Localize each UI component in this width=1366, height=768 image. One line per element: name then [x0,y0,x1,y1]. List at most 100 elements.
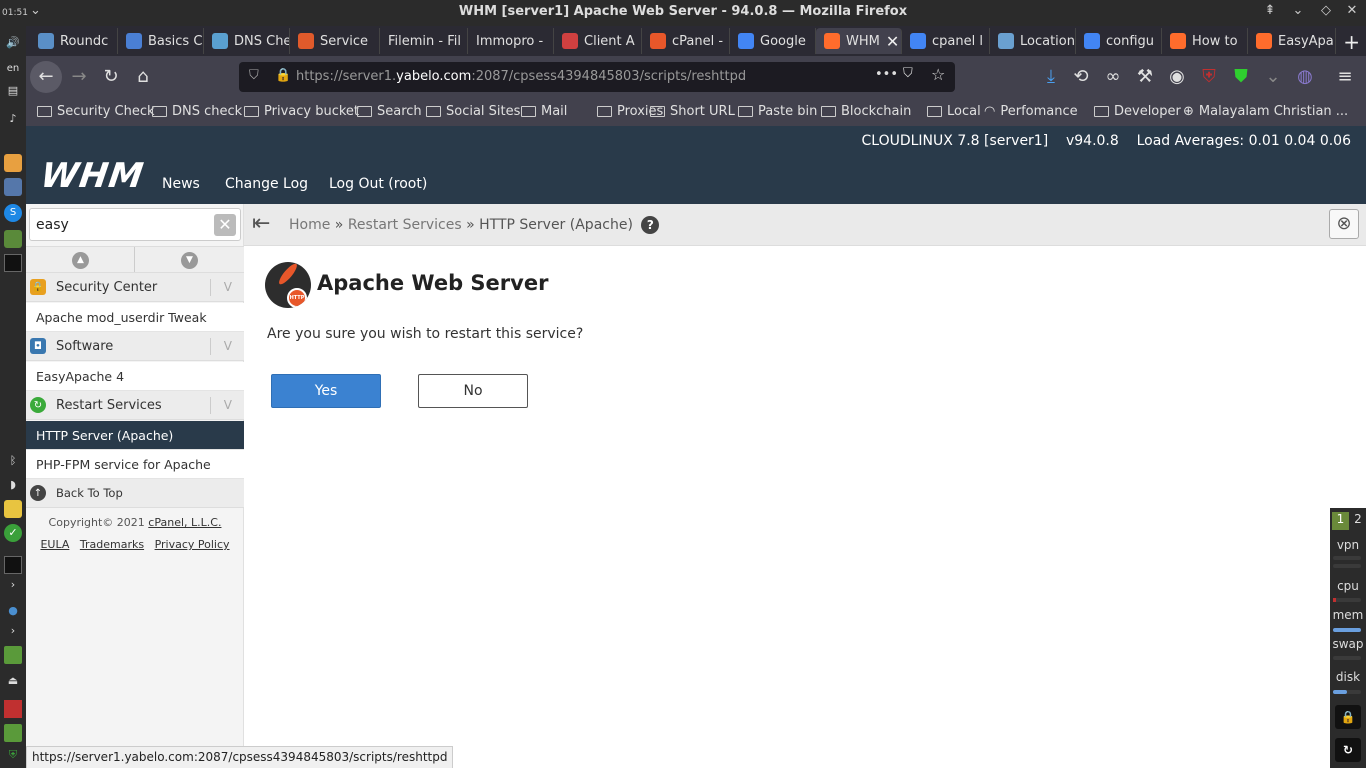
category-security-center[interactable]: 🔒 Security Center V [26,273,244,302]
chevron-down-icon[interactable]: V [224,339,232,353]
sidebar-item-http-server[interactable]: HTTP Server (Apache) [26,421,244,450]
tab-2[interactable]: Basics C [118,28,204,54]
close-tab-icon[interactable]: ✕ [886,32,899,51]
close-window-icon[interactable]: ✕ [1344,3,1360,18]
whm-logo[interactable]: WHM [38,156,146,196]
notification-bell-icon[interactable]: ♪ [4,110,22,128]
bookmark-9[interactable]: Paste bin [738,104,817,119]
bookmark-star-icon[interactable]: ☆ [931,65,945,84]
back-button[interactable]: ← [30,61,62,93]
bookmark-14[interactable]: ⊕ Malayalam Christian ... [1183,104,1348,119]
sidebar-item-php-fpm[interactable]: PHP-FPM service for Apache [26,450,244,479]
history-icon[interactable]: ⟲ [1066,63,1096,91]
files-icon-2[interactable] [4,724,22,742]
help-icon[interactable]: ? [641,216,660,234]
tracking-shield-icon[interactable]: ⛉ [249,68,259,83]
volume-icon[interactable]: 🔊 [4,34,22,52]
bookmark-12[interactable]: ◠ Perfomance [984,104,1078,119]
shield-icon[interactable]: ⛨ [4,746,22,764]
support-lifebuoy-icon[interactable]: ⊗ [1329,209,1359,239]
sidebar-item-easyapache[interactable]: EasyApache 4 [26,362,244,391]
check-icon[interactable]: ✓ [4,524,22,542]
bookmark-5[interactable]: Social Sites [426,104,520,119]
extension-globe-icon[interactable]: ◍ [1290,63,1320,91]
extension-chevron-icon[interactable]: ⌄ [1258,63,1288,91]
reload-button[interactable]: ↻ [96,63,126,91]
category-restart-services[interactable]: ↻ Restart Services V [26,391,244,420]
tab-5[interactable]: Filemin - Fil [380,28,468,54]
private-mask-icon[interactable]: ∞ [1098,63,1128,91]
breadcrumb-restart-services[interactable]: Restart Services [348,217,462,233]
keyboard-layout-indicator[interactable]: en [4,60,22,78]
bookmark-8[interactable]: Short URL [650,104,735,119]
tab-3[interactable]: DNS Che [204,28,290,54]
logout-link[interactable]: Log Out (root) [329,176,427,192]
wrench-icon[interactable]: ⚒ [1130,63,1160,91]
forward-button[interactable]: → [64,63,94,91]
tab-4[interactable]: Service [290,28,380,54]
clipboard-icon[interactable]: ▤ [4,82,22,100]
usb-icon[interactable]: ⏏ [4,672,22,690]
workspace-1[interactable]: 1 [1332,512,1349,530]
pin-icon[interactable]: ⇞ [1262,3,1278,18]
tab-15[interactable]: EasyApa [1248,28,1336,54]
extension-w-icon[interactable]: ⛊ [1226,63,1256,91]
pocket-icon[interactable]: ⛉ [903,66,913,81]
home-button[interactable]: ⌂ [128,63,158,91]
chevron-down-icon[interactable]: V [224,280,232,294]
tab-1[interactable]: Roundc [30,28,118,54]
hamburger-menu-icon[interactable]: ≡ [1330,63,1360,91]
scroll-down-icon[interactable]: ▼ [181,252,198,269]
chevron-right-icon-2[interactable]: › [4,622,22,640]
wifi-icon[interactable]: ◗ [4,476,22,494]
yes-button[interactable]: Yes [271,374,381,408]
cpanel-link[interactable]: cPanel, L.L.C. [148,516,221,529]
tab-6[interactable]: Immopro - [468,28,554,54]
bookmark-2[interactable]: DNS check [152,104,242,119]
bookmark-6[interactable]: Mail [521,104,567,119]
scroll-up-icon[interactable]: ▲ [72,252,89,269]
new-tab-button[interactable]: + [1343,30,1360,54]
tab-8[interactable]: cPanel - [642,28,730,54]
breadcrumb-home[interactable]: Home [289,217,330,233]
files-icon[interactable] [4,646,22,664]
bookmark-1[interactable]: Security Check [37,104,155,119]
lock-icon[interactable]: 🔒 [275,68,291,83]
trademarks-link[interactable]: Trademarks [80,538,144,551]
minimize-icon[interactable]: ⌄ [1290,3,1306,18]
notes-icon[interactable] [4,500,22,518]
eula-link[interactable]: EULA [40,538,69,551]
extension-circle-icon[interactable]: ◉ [1162,63,1192,91]
category-software[interactable]: ◘ Software V [26,332,244,361]
ublock-icon[interactable]: ⛨ [1194,63,1224,91]
lock-screen-icon[interactable]: 🔒 [1335,705,1361,729]
toggle-sidebar-icon[interactable]: ⇤ [252,211,270,236]
search-input[interactable] [30,209,205,241]
downloads-icon[interactable]: ⤓ [1036,63,1066,91]
news-link[interactable]: News [162,176,200,192]
change-log-link[interactable]: Change Log [225,176,308,192]
page-actions-icon[interactable]: ••• [875,67,898,82]
firefox-launcher-icon[interactable] [4,154,22,172]
tab-12[interactable]: Location [990,28,1076,54]
back-to-top-link[interactable]: ↑ Back To Top [26,479,244,508]
bookmark-11[interactable]: Local [927,104,981,119]
tab-14[interactable]: How to [1162,28,1248,54]
bookmark-3[interactable]: Privacy bucket [244,104,359,119]
maximize-icon[interactable]: ◇ [1318,3,1334,18]
chevron-right-icon[interactable]: › [4,576,22,594]
terminal-icon[interactable] [4,254,22,272]
privacy-policy-link[interactable]: Privacy Policy [155,538,230,551]
camera-icon[interactable] [4,230,22,248]
clear-search-icon[interactable]: ✕ [214,214,236,236]
bluetooth-icon[interactable]: ᛒ [4,452,22,470]
tab-10[interactable]: WHM ✕ [816,28,902,54]
tab-9[interactable]: Google [730,28,816,54]
text-editor-icon[interactable] [4,178,22,196]
bookmark-4[interactable]: Search [357,104,422,119]
bookmark-13[interactable]: Developer [1094,104,1181,119]
address-bar[interactable]: ⛉ 🔒 https://server1.yabelo.com:2087/cpse… [239,62,955,92]
skype-icon[interactable]: S [4,204,22,222]
app-grid-icon[interactable] [4,700,22,718]
power-icon[interactable]: ↻ [1335,738,1361,762]
